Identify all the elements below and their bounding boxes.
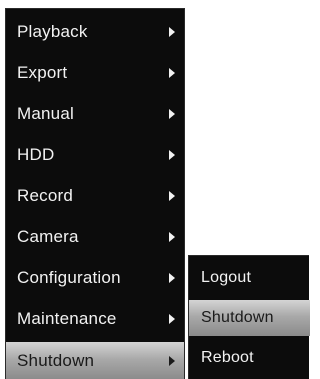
submenu-item-label: Shutdown bbox=[201, 309, 274, 326]
chevron-right-icon bbox=[169, 150, 175, 160]
menu-item-label: Maintenance bbox=[17, 309, 117, 328]
menu-item-playback[interactable]: Playback bbox=[6, 13, 184, 51]
dvr-menu-screen: Playback Export Manual HDD Record Camera… bbox=[0, 0, 310, 379]
menu-item-export[interactable]: Export bbox=[6, 54, 184, 92]
menu-item-label: Manual bbox=[17, 104, 74, 123]
chevron-right-icon bbox=[169, 68, 175, 78]
menu-item-label: Camera bbox=[17, 227, 79, 246]
chevron-right-icon bbox=[169, 356, 175, 366]
chevron-right-icon bbox=[169, 314, 175, 324]
submenu-item-label: Logout bbox=[201, 269, 252, 286]
menu-item-label: Shutdown bbox=[17, 351, 95, 370]
menu-item-manual[interactable]: Manual bbox=[6, 95, 184, 133]
shutdown-submenu: Logout Shutdown Reboot bbox=[188, 255, 310, 379]
menu-item-label: Record bbox=[17, 186, 74, 205]
submenu-item-label: Reboot bbox=[201, 349, 254, 366]
menu-item-record[interactable]: Record bbox=[6, 177, 184, 215]
menu-item-label: HDD bbox=[17, 145, 55, 164]
chevron-right-icon bbox=[169, 232, 175, 242]
menu-item-label: Configuration bbox=[17, 268, 121, 287]
chevron-right-icon bbox=[169, 191, 175, 201]
main-menu: Playback Export Manual HDD Record Camera… bbox=[5, 8, 185, 379]
menu-item-label: Playback bbox=[17, 22, 88, 41]
submenu-item-shutdown[interactable]: Shutdown bbox=[189, 300, 310, 336]
menu-item-label: Export bbox=[17, 63, 68, 82]
submenu-item-logout[interactable]: Logout bbox=[189, 260, 310, 296]
menu-item-configuration[interactable]: Configuration bbox=[6, 259, 184, 297]
menu-item-shutdown[interactable]: Shutdown bbox=[6, 342, 184, 379]
menu-item-hdd[interactable]: HDD bbox=[6, 136, 184, 174]
menu-item-camera[interactable]: Camera bbox=[6, 218, 184, 256]
chevron-right-icon bbox=[169, 109, 175, 119]
menu-item-maintenance[interactable]: Maintenance bbox=[6, 300, 184, 338]
submenu-item-reboot[interactable]: Reboot bbox=[189, 340, 310, 376]
chevron-right-icon bbox=[169, 273, 175, 283]
chevron-right-icon bbox=[169, 27, 175, 37]
